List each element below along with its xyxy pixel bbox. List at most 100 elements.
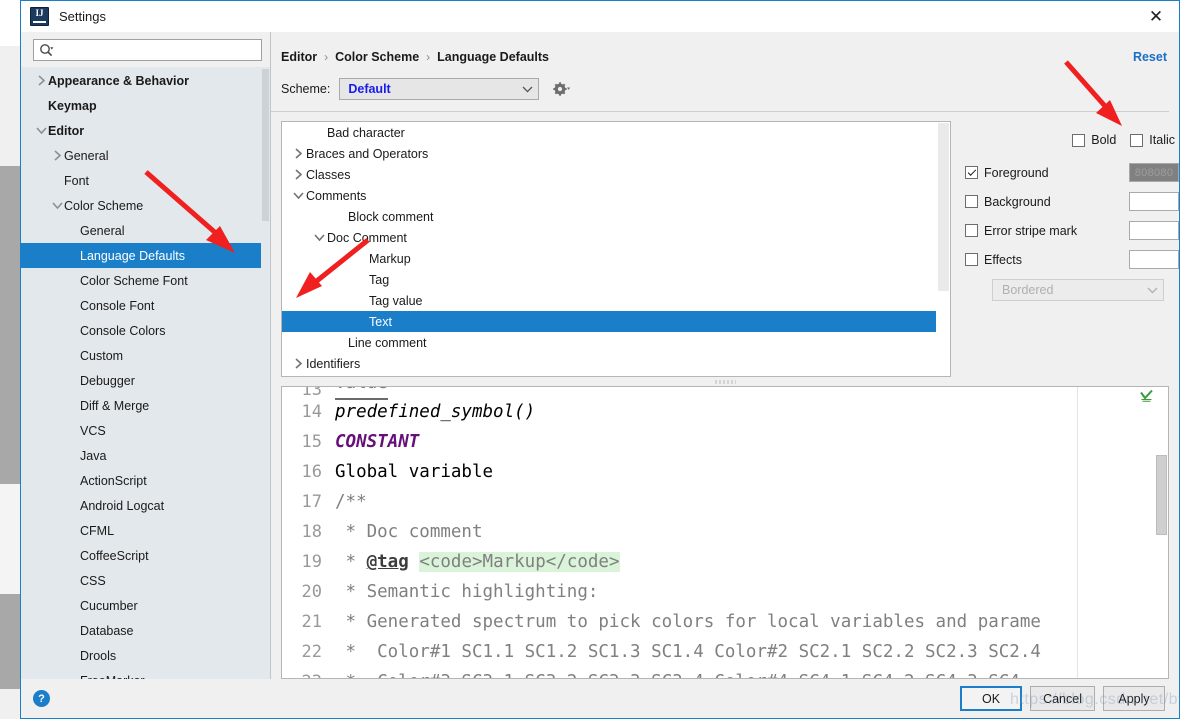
sidebar-item-console-colors[interactable]: Console Colors — [21, 318, 270, 343]
color-scheme-tree-scrollbar-track[interactable] — [938, 123, 949, 291]
foreground-color-swatch[interactable]: 808080 — [1129, 163, 1179, 182]
chevron-right-icon[interactable] — [51, 149, 64, 162]
sidebar-item-java[interactable]: Java — [21, 443, 270, 468]
sidebar-item-appearance-behavior[interactable]: Appearance & Behavior — [21, 68, 270, 93]
sidebar-item-label: CFML — [80, 524, 114, 538]
chevron-down-icon[interactable] — [311, 233, 327, 242]
sidebar-item-coffeescript[interactable]: CoffeeScript — [21, 543, 270, 568]
effects-color-swatch[interactable] — [1129, 250, 1179, 269]
foreground-checkbox[interactable]: Foreground — [965, 166, 1129, 180]
error-stripe-mark-color-swatch[interactable] — [1129, 221, 1179, 240]
no-arrow-icon — [67, 399, 80, 412]
sidebar-item-font[interactable]: Font — [21, 168, 270, 193]
reset-link[interactable]: Reset — [1133, 50, 1167, 64]
help-button[interactable]: ? — [33, 690, 50, 707]
panel-splitter[interactable] — [281, 377, 1169, 386]
chevron-down-icon[interactable] — [51, 199, 64, 212]
sidebar-item-freemarker[interactable]: FreeMarker — [21, 668, 270, 679]
apply-button[interactable]: Apply — [1103, 686, 1165, 711]
background-color-swatch[interactable] — [1129, 192, 1179, 211]
italic-checkbox-label: Italic — [1149, 133, 1175, 147]
chevron-right-icon[interactable] — [290, 169, 306, 180]
preview-scrollbar[interactable] — [1156, 409, 1167, 639]
color-scheme-tree[interactable]: Bad characterBraces and OperatorsClasses… — [281, 121, 951, 377]
bold-checkbox-box[interactable] — [1072, 134, 1085, 147]
breadcrumb-item-language-defaults[interactable]: Language Defaults — [437, 50, 549, 64]
code-preview[interactable]: 13value14predefined_symbol()15CONSTANT16… — [281, 386, 1169, 679]
sidebar-item-color-scheme-font[interactable]: Color Scheme Font — [21, 268, 270, 293]
sidebar-item-general[interactable]: General — [21, 143, 270, 168]
effects-checkbox-box[interactable] — [965, 253, 978, 266]
effects-type-select[interactable]: Bordered — [992, 279, 1164, 301]
sidebar-item-cucumber[interactable]: Cucumber — [21, 593, 270, 618]
preview-scrollbar-thumb[interactable] — [1156, 455, 1167, 535]
sidebar-item-keymap[interactable]: Keymap — [21, 93, 270, 118]
italic-checkbox-box[interactable] — [1130, 134, 1143, 147]
scheme-tree-item-identifiers[interactable]: Identifiers — [282, 353, 950, 374]
sidebar-item-label: Diff & Merge — [80, 399, 149, 413]
search-box[interactable] — [33, 39, 262, 61]
italic-checkbox[interactable]: Italic — [1130, 133, 1175, 147]
sidebar-item-editor[interactable]: Editor — [21, 118, 270, 143]
sidebar-item-drools[interactable]: Drools — [21, 643, 270, 668]
breadcrumb-item-editor[interactable]: Editor — [281, 50, 317, 64]
color-scheme-tree-scrollbar[interactable] — [936, 122, 950, 376]
background-checkbox[interactable]: Background — [965, 195, 1129, 209]
gear-icon[interactable] — [549, 78, 573, 100]
scheme-tree-item-classes[interactable]: Classes — [282, 164, 950, 185]
sidebar-item-general[interactable]: General — [21, 218, 270, 243]
sidebar-item-css[interactable]: CSS — [21, 568, 270, 593]
chevron-right-icon[interactable] — [35, 74, 48, 87]
sidebar-scrollbar[interactable] — [261, 69, 270, 679]
scheme-tree-item-line-comment[interactable]: Line comment — [282, 332, 950, 353]
sidebar-item-language-defaults[interactable]: Language Defaults — [21, 243, 270, 268]
scheme-tree-item-tag-value[interactable]: Tag value — [282, 290, 950, 311]
sidebar-item-label: ActionScript — [80, 474, 147, 488]
error-stripe-mark-checkbox-label: Error stripe mark — [984, 224, 1077, 238]
sidebar-item-label: CoffeeScript — [80, 549, 149, 563]
sidebar-item-cfml[interactable]: CFML — [21, 518, 270, 543]
bold-checkbox[interactable]: Bold — [1072, 133, 1116, 147]
ok-button[interactable]: OK — [960, 686, 1022, 711]
line-number: 15 — [282, 427, 329, 457]
title-bar: Settings ✕ — [21, 1, 1179, 32]
cancel-button[interactable]: Cancel — [1030, 686, 1095, 711]
splitter-grip[interactable] — [714, 380, 736, 384]
sidebar-item-diff-merge[interactable]: Diff & Merge — [21, 393, 270, 418]
sidebar-item-actionscript[interactable]: ActionScript — [21, 468, 270, 493]
scheme-tree-item-bad-character[interactable]: Bad character — [282, 122, 950, 143]
sidebar-item-debugger[interactable]: Debugger — [21, 368, 270, 393]
no-arrow-icon — [67, 649, 80, 662]
search-input[interactable] — [54, 40, 257, 60]
sidebar-scrollbar-thumb[interactable] — [262, 69, 269, 221]
breadcrumb-item-color-scheme[interactable]: Color Scheme — [335, 50, 419, 64]
sidebar-item-label: Console Font — [80, 299, 154, 313]
scheme-tree-item-text[interactable]: Text — [282, 311, 950, 332]
scheme-select-value: Default — [348, 82, 516, 96]
scheme-tree-item-tag[interactable]: Tag — [282, 269, 950, 290]
effects-checkbox[interactable]: Effects — [965, 253, 1129, 267]
scheme-tree-item-block-comment[interactable]: Block comment — [282, 206, 950, 227]
sidebar-tree[interactable]: Appearance & BehaviorKeymapEditorGeneral… — [21, 67, 270, 679]
error-stripe-mark-checkbox-box[interactable] — [965, 224, 978, 237]
background-checkbox-box[interactable] — [965, 195, 978, 208]
sidebar-item-color-scheme[interactable]: Color Scheme — [21, 193, 270, 218]
foreground-checkbox-box[interactable] — [965, 166, 978, 179]
scheme-tree-item-comments[interactable]: Comments — [282, 185, 950, 206]
scheme-tree-item-doc-comment[interactable]: Doc Comment — [282, 227, 950, 248]
scheme-select[interactable]: Default — [339, 78, 539, 100]
sidebar-item-android-logcat[interactable]: Android Logcat — [21, 493, 270, 518]
scheme-tree-item-markup[interactable]: Markup — [282, 248, 950, 269]
sidebar-item-console-font[interactable]: Console Font — [21, 293, 270, 318]
scheme-tree-item-braces-and-operators[interactable]: Braces and Operators — [282, 143, 950, 164]
error-stripe-mark-checkbox[interactable]: Error stripe mark — [965, 224, 1129, 238]
chevron-down-icon[interactable] — [35, 124, 48, 137]
sidebar-item-custom[interactable]: Custom — [21, 343, 270, 368]
chevron-right-icon[interactable] — [290, 358, 306, 369]
close-icon[interactable]: ✕ — [1133, 1, 1179, 32]
sidebar-item-database[interactable]: Database — [21, 618, 270, 643]
sidebar-item-vcs[interactable]: VCS — [21, 418, 270, 443]
chevron-right-icon[interactable] — [290, 148, 306, 159]
chevron-down-icon[interactable] — [290, 191, 306, 200]
scheme-tree-item-label: Line comment — [348, 336, 427, 350]
